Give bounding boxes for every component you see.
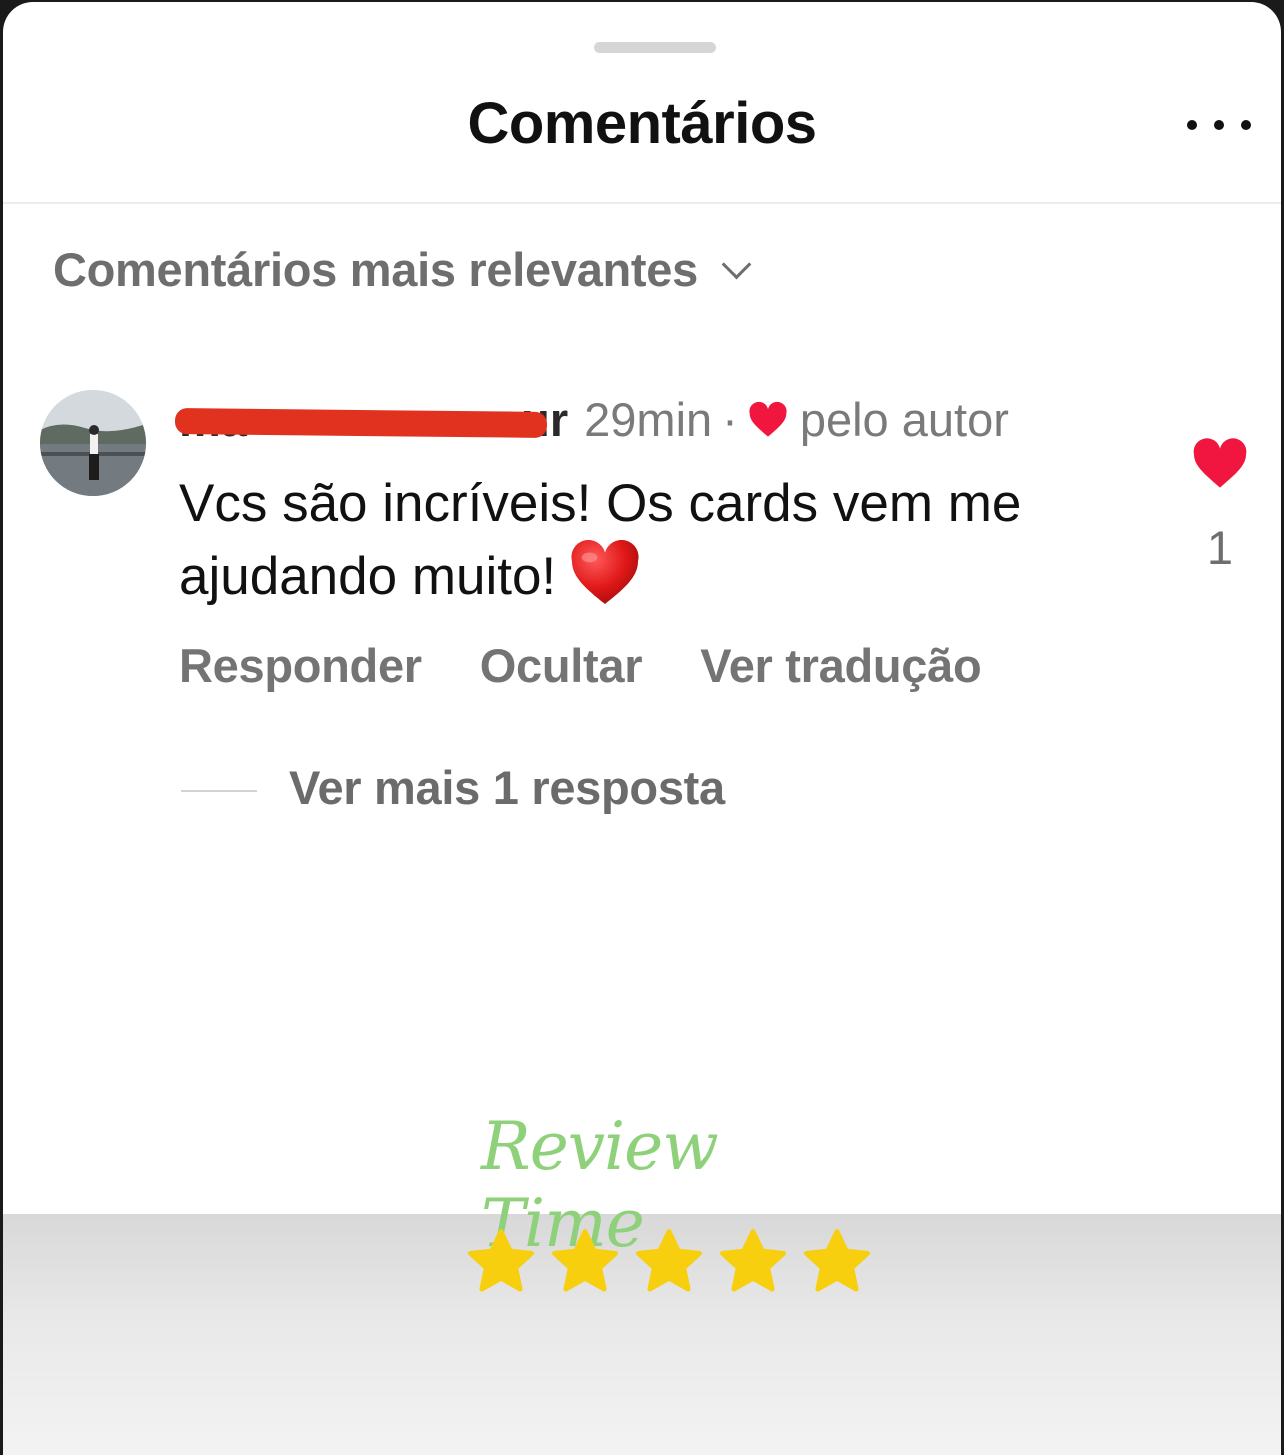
more-horizontal-icon xyxy=(1187,120,1197,130)
star-icon xyxy=(804,1229,870,1292)
author-liked-label: pelo autor xyxy=(799,393,1009,446)
username[interactable]: ma ur xyxy=(174,392,568,447)
replies-divider-line xyxy=(181,790,257,792)
star-rating xyxy=(465,1227,873,1299)
comment-time: 29min xyxy=(584,393,713,446)
avatar[interactable] xyxy=(40,390,146,496)
sheet-grabber-handle[interactable] xyxy=(594,42,716,53)
hide-button[interactable]: Ocultar xyxy=(480,638,643,693)
author-liked-heart-icon xyxy=(749,401,787,437)
like-heart-icon[interactable] xyxy=(1191,438,1249,490)
more-options-button[interactable] xyxy=(1187,110,1251,140)
star-icon xyxy=(636,1229,702,1292)
like-count: 1 xyxy=(1206,521,1234,574)
view-replies-link[interactable]: Ver mais 1 resposta xyxy=(289,760,725,815)
comments-sheet: Comentários Comentários mais relevantes … xyxy=(3,2,1281,1455)
review-time-logo: Review Time xyxy=(481,1108,719,1262)
sort-dropdown[interactable]: Comentários mais relevantes xyxy=(53,242,752,297)
username-redaction xyxy=(174,408,548,438)
meta-separator: · xyxy=(722,393,738,446)
comment-body: Vcs são incríveis! Os cards vem me ajuda… xyxy=(179,468,1079,613)
header-divider xyxy=(3,202,1281,204)
star-icon xyxy=(720,1229,786,1292)
chevron-down-icon xyxy=(721,249,752,280)
page-title: Comentários xyxy=(467,91,817,156)
star-icon xyxy=(468,1229,534,1292)
comment-actions: Responder Ocultar Ver tradução xyxy=(179,638,982,693)
reply-button[interactable]: Responder xyxy=(179,638,422,693)
comment-meta: ma ur 29min · pelo autor xyxy=(174,392,1009,447)
star-icon xyxy=(552,1229,618,1292)
sort-label: Comentários mais relevantes xyxy=(53,243,698,296)
translate-button[interactable]: Ver tradução xyxy=(700,638,981,693)
red-heart-emoji-icon xyxy=(571,540,639,605)
